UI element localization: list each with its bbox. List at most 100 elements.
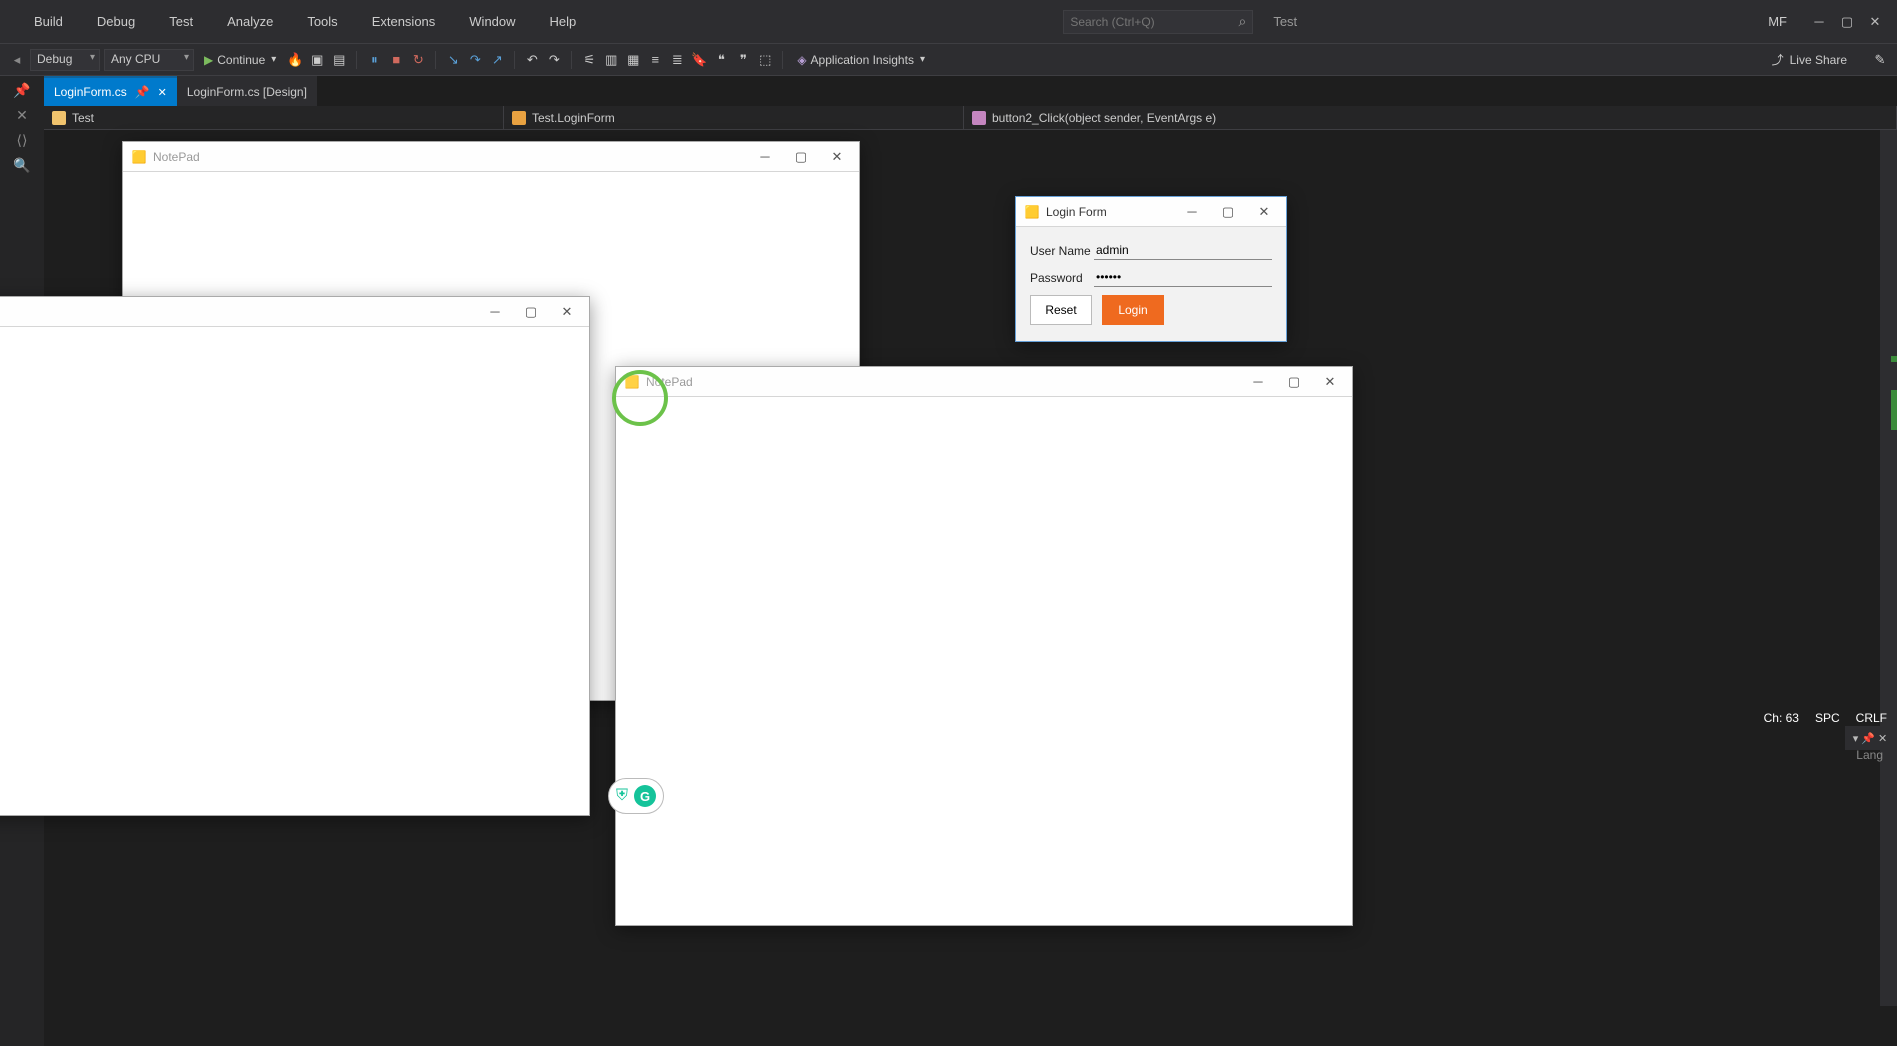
status-crlf: CRLF [1856, 711, 1887, 725]
menu-analyze[interactable]: Analyze [211, 10, 289, 33]
notepad2-body[interactable] [616, 397, 1352, 925]
maximize-button[interactable]: ▢ [783, 143, 819, 171]
app-icon: 🟨 [1024, 204, 1040, 220]
grammarly-icon: G [634, 785, 656, 807]
menu-tools[interactable]: Tools [291, 10, 353, 33]
live-share-button[interactable]: ⤴Live Share [1772, 51, 1847, 68]
grammarly-widget[interactable]: ⛨ G [608, 778, 664, 814]
notepad1-titlebar[interactable]: 🟨 NotePad ─ ▢ ✕ [123, 142, 859, 172]
minimize-button[interactable]: ─ [1240, 368, 1276, 396]
step-over-icon[interactable]: ↷ [466, 49, 484, 71]
tb-icon-7[interactable]: ❝ [712, 49, 730, 71]
tb-icon-3[interactable]: ▦ [624, 49, 642, 71]
status-ch: Ch: 63 [1764, 711, 1799, 725]
hot-reload-icon[interactable]: 🔥 [286, 49, 304, 71]
username-input[interactable] [1094, 241, 1272, 260]
blank-window[interactable]: ─ ▢ ✕ [0, 296, 590, 816]
login-body: User Name Password Reset Login [1016, 227, 1286, 341]
reset-button[interactable]: Reset [1030, 295, 1092, 325]
tb-icon-1[interactable]: ⚟ [580, 49, 598, 71]
tb-icon-9[interactable]: ⬚ [756, 49, 774, 71]
tb-icon-6[interactable]: 🔖 [690, 49, 708, 71]
password-input[interactable] [1094, 268, 1272, 287]
tb-icon-5[interactable]: ≣ [668, 49, 686, 71]
pause-icon[interactable]: ⏸ [365, 49, 383, 71]
minimize-button[interactable]: ─ [477, 298, 513, 326]
tab-close-icon[interactable]: ✕ [158, 86, 167, 99]
search-box[interactable]: ⌕ [1063, 10, 1253, 34]
password-label: Password [1030, 271, 1094, 285]
scrollbar-highlight [1891, 356, 1897, 362]
search-input[interactable] [1070, 15, 1234, 29]
notepad1-title: NotePad [153, 150, 200, 164]
tb-icon-8[interactable]: ❞ [734, 49, 752, 71]
search-icon[interactable]: 🔍 [13, 157, 30, 174]
menu-help[interactable]: Help [534, 10, 593, 33]
tb-icon-4[interactable]: ≡ [646, 49, 664, 71]
tab-loginform-cs[interactable]: LoginForm.cs 📌 ✕ [44, 76, 177, 106]
minimize-button[interactable]: ─ [747, 143, 783, 171]
menu-debug[interactable]: Debug [81, 10, 151, 33]
method-icon [972, 111, 986, 125]
vs-close-button[interactable]: ✕ [1861, 11, 1889, 33]
close-button[interactable]: ✕ [549, 298, 585, 326]
liveshare-icon: ⤴ [1772, 51, 1784, 68]
minimize-button[interactable]: ─ [1174, 198, 1210, 226]
step-out-icon[interactable]: ↗ [488, 49, 506, 71]
login-titlebar[interactable]: 🟨 Login Form ─ ▢ ✕ [1016, 197, 1286, 227]
vs-menubar: Build Debug Test Analyze Tools Extension… [0, 0, 1897, 44]
login-button[interactable]: Login [1102, 295, 1164, 325]
stop-icon[interactable]: ■ [387, 49, 405, 71]
nav-project-dropdown[interactable]: Test [44, 106, 504, 129]
tab-pin-icon[interactable]: 📌 [135, 85, 150, 99]
menu-build[interactable]: Build [18, 10, 79, 33]
login-form-window[interactable]: 🟨 Login Form ─ ▢ ✕ User Name Password Re… [1015, 196, 1287, 342]
redo-icon[interactable]: ↷ [545, 49, 563, 71]
output-panel-controls[interactable]: ▾ 📌 ✕ [1845, 726, 1895, 750]
close-panel-icon[interactable]: ✕ [16, 107, 28, 124]
tb-icon-2[interactable]: ▥ [602, 49, 620, 71]
login-title: Login Form [1046, 205, 1107, 219]
appinsights-icon: ◈ [797, 53, 806, 67]
notepad-window-2[interactable]: 🟨 NotePad ─ ▢ ✕ [615, 366, 1353, 926]
shield-icon: ⛨ [616, 787, 628, 805]
blank-body[interactable] [0, 327, 589, 815]
browser-icon[interactable]: ▣ [308, 49, 326, 71]
code-icon[interactable]: ⟨⟩ [17, 132, 28, 149]
close-button[interactable]: ✕ [1312, 368, 1348, 396]
platform-dropdown[interactable]: Any CPU [104, 49, 194, 71]
menu-test[interactable]: Test [153, 10, 209, 33]
maximize-button[interactable]: ▢ [1276, 368, 1312, 396]
notepad2-titlebar[interactable]: 🟨 NotePad ─ ▢ ✕ [616, 367, 1352, 397]
class-icon [512, 111, 526, 125]
vs-maximize-button[interactable]: ▢ [1833, 11, 1861, 33]
vs-minimize-button[interactable]: ─ [1805, 11, 1833, 33]
step-into-icon[interactable]: ↘ [444, 49, 462, 71]
close-button[interactable]: ✕ [819, 143, 855, 171]
scrollbar-highlight [1891, 390, 1897, 430]
browser2-icon[interactable]: ▤ [330, 49, 348, 71]
nav-back-icon[interactable]: ◂ [8, 49, 26, 71]
project-icon [52, 111, 66, 125]
maximize-button[interactable]: ▢ [513, 298, 549, 326]
tab-loginform-design[interactable]: LoginForm.cs [Design] [177, 76, 317, 106]
status-lang: Lang [1856, 748, 1883, 762]
config-dropdown[interactable]: Debug [30, 49, 100, 71]
close-button[interactable]: ✕ [1246, 198, 1282, 226]
pin-icon[interactable]: 📌 [13, 82, 30, 99]
blank-titlebar[interactable]: ─ ▢ ✕ [0, 297, 589, 327]
feedback-icon[interactable]: ✎ [1871, 49, 1889, 71]
maximize-button[interactable]: ▢ [1210, 198, 1246, 226]
continue-button[interactable]: ▶Continue▾ [198, 49, 282, 71]
nav-class-dropdown[interactable]: Test.LoginForm [504, 106, 964, 129]
user-initials[interactable]: MF [1768, 14, 1787, 29]
restart-icon[interactable]: ↻ [409, 49, 427, 71]
menu-window[interactable]: Window [453, 10, 531, 33]
editor-scrollbar[interactable] [1880, 130, 1897, 1006]
app-insights-button[interactable]: ◈Application Insights▾ [791, 49, 931, 71]
undo-icon[interactable]: ↶ [523, 49, 541, 71]
nav-member-dropdown[interactable]: button2_Click(object sender, EventArgs e… [964, 106, 1897, 129]
search-context: Test [1273, 14, 1297, 29]
menu-extensions[interactable]: Extensions [356, 10, 452, 33]
status-spc: SPC [1815, 711, 1840, 725]
